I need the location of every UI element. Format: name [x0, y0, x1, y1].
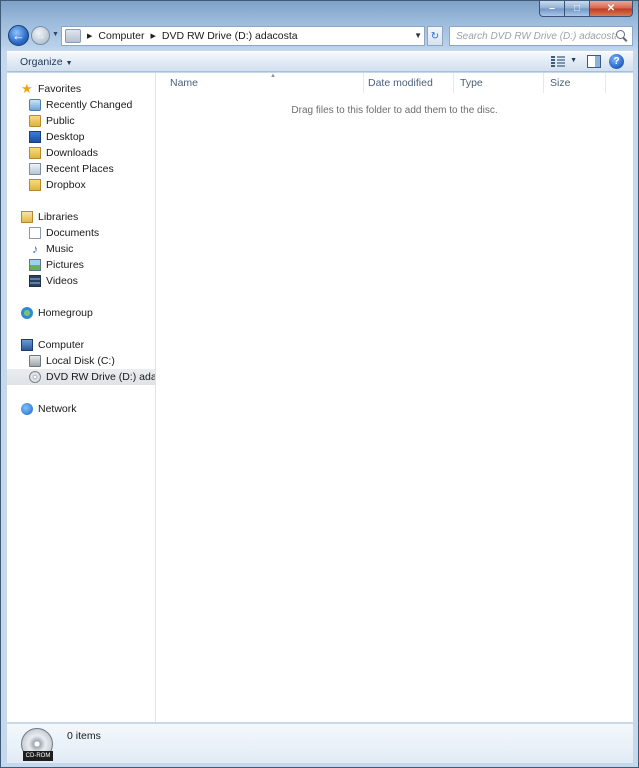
videos-icon — [29, 275, 41, 287]
help-button[interactable]: ? — [609, 54, 624, 69]
homegroup-icon — [21, 307, 33, 319]
sidebar-item-label: Pictures — [46, 259, 84, 271]
back-button[interactable]: ← — [8, 25, 29, 46]
sidebar-item-videos[interactable]: Videos — [29, 273, 155, 289]
hard-disk-icon — [29, 355, 41, 367]
sidebar-computer[interactable]: Computer — [21, 337, 155, 353]
cd-rom-label: CD-ROM — [23, 751, 53, 761]
breadcrumb-dvd-drive[interactable]: DVD RW Drive (D:) adacosta — [162, 30, 298, 42]
recent-places-icon — [29, 163, 41, 175]
explorer-window: – □ ✕ ← → ▼ ▶ Computer ▶ DVD RW Drive (D… — [0, 0, 639, 768]
refresh-button[interactable]: ↻ — [427, 26, 443, 46]
network-icon — [21, 403, 33, 415]
breadcrumb-chevron-icon[interactable]: ▶ — [87, 32, 92, 40]
sidebar-item-label: Homegroup — [38, 307, 93, 319]
libraries-icon — [21, 211, 33, 223]
search-box[interactable]: Search DVD RW Drive (D:) adacosta — [449, 26, 633, 46]
breadcrumb-computer[interactable]: Computer — [98, 30, 144, 42]
sort-ascending-icon: ▲ — [270, 73, 276, 79]
sidebar-item-label: DVD RW Drive (D:) adacosta — [46, 371, 155, 383]
column-header-size[interactable]: Size — [544, 73, 606, 93]
computer-icon — [21, 339, 33, 351]
sidebar-item-label: Network — [38, 403, 77, 415]
change-view-icon[interactable] — [551, 55, 565, 68]
sidebar-item-label: Downloads — [46, 147, 98, 159]
column-label: Name — [170, 77, 199, 89]
details-pane: CD-ROM 0 items — [7, 723, 633, 763]
empty-folder-message: Drag files to this folder to add them to… — [291, 105, 498, 116]
sidebar-item-local-disk[interactable]: Local Disk (C:) — [29, 353, 155, 369]
sidebar-item-label: Recently Changed — [46, 99, 133, 111]
forward-button[interactable]: → — [31, 26, 50, 45]
pictures-icon — [29, 259, 41, 271]
search-icon[interactable] — [616, 30, 628, 42]
sidebar-network[interactable]: Network — [21, 401, 155, 417]
desktop-icon — [29, 131, 41, 143]
sidebar-item-label: Videos — [46, 275, 78, 287]
sidebar-item-label: Documents — [46, 227, 100, 239]
breadcrumb-chevron-icon[interactable]: ▶ — [151, 32, 156, 40]
sidebar-item-label: Computer — [38, 339, 85, 351]
sidebar-item-label: Music — [46, 243, 74, 255]
sidebar-item-dvd-drive[interactable]: DVD RW Drive (D:) adacosta — [7, 369, 155, 385]
sidebar-item-dropbox[interactable]: Dropbox — [29, 177, 155, 193]
command-bar: Organize ▼ ▼ ? — [7, 51, 633, 72]
preview-pane-icon[interactable] — [587, 55, 601, 68]
sidebar-item-label: Dropbox — [46, 179, 86, 191]
sidebar-item-label: Favorites — [38, 83, 82, 95]
sidebar-item-label: Desktop — [46, 131, 85, 143]
sidebar-homegroup[interactable]: Homegroup — [21, 305, 155, 321]
minimize-button[interactable]: – — [539, 1, 565, 17]
sidebar-item-label: Libraries — [38, 211, 79, 223]
sidebar-item-music[interactable]: ♪ Music — [29, 241, 155, 257]
organize-label: Organize — [20, 56, 63, 68]
address-bar[interactable]: ▶ Computer ▶ DVD RW Drive (D:) adacosta … — [61, 26, 425, 46]
downloads-folder-icon — [29, 147, 41, 159]
music-icon: ♪ — [32, 242, 38, 256]
item-count: 0 items — [67, 730, 101, 742]
column-label: Type — [460, 77, 483, 89]
recent-pages-dropdown-icon[interactable]: ▼ — [52, 31, 59, 38]
sidebar-item-label: Public — [46, 115, 75, 127]
close-button[interactable]: ✕ — [590, 1, 633, 17]
sidebar-item-recent-places[interactable]: Recent Places — [29, 161, 155, 177]
sidebar-item-recently-changed[interactable]: Recently Changed — [29, 97, 155, 113]
column-label: Size — [550, 77, 571, 89]
column-label: Date modified — [368, 77, 433, 89]
sidebar-favorites[interactable]: ★ Favorites — [21, 81, 155, 97]
folder-icon — [29, 115, 41, 127]
chevron-down-icon: ▼ — [65, 60, 73, 67]
sidebar-item-pictures[interactable]: Pictures — [29, 257, 155, 273]
documents-icon — [29, 227, 41, 239]
sidebar-item-downloads[interactable]: Downloads — [29, 145, 155, 161]
organize-button[interactable]: Organize ▼ — [20, 56, 73, 68]
caption-buttons: – □ ✕ — [539, 1, 633, 17]
sidebar-item-public[interactable]: Public — [29, 113, 155, 129]
column-header-name[interactable]: Name ▲ — [164, 73, 364, 93]
drive-icon — [65, 29, 81, 43]
recently-changed-icon — [29, 99, 41, 111]
dropbox-folder-icon — [29, 179, 41, 191]
dvd-drive-icon — [29, 371, 41, 383]
column-header-type[interactable]: Type — [454, 73, 544, 93]
sidebar-item-label: Local Disk (C:) — [46, 355, 115, 367]
view-options-dropdown-icon[interactable]: ▼ — [570, 57, 577, 64]
column-header-date-modified[interactable]: Date modified — [362, 73, 454, 93]
sidebar-item-documents[interactable]: Documents — [29, 225, 155, 241]
file-list[interactable]: Name ▲ Date modified Type Size Drag file… — [156, 73, 633, 722]
sidebar-item-desktop[interactable]: Desktop — [29, 129, 155, 145]
search-input[interactable]: Search DVD RW Drive (D:) adacosta — [450, 31, 616, 42]
address-dropdown-icon[interactable]: ▼ — [414, 31, 422, 40]
navigation-pane: ★ Favorites Recently Changed Public Desk… — [7, 73, 156, 722]
star-icon: ★ — [21, 81, 33, 96]
sidebar-item-label: Recent Places — [46, 163, 114, 175]
maximize-button[interactable]: □ — [565, 1, 590, 17]
sidebar-libraries[interactable]: Libraries — [21, 209, 155, 225]
